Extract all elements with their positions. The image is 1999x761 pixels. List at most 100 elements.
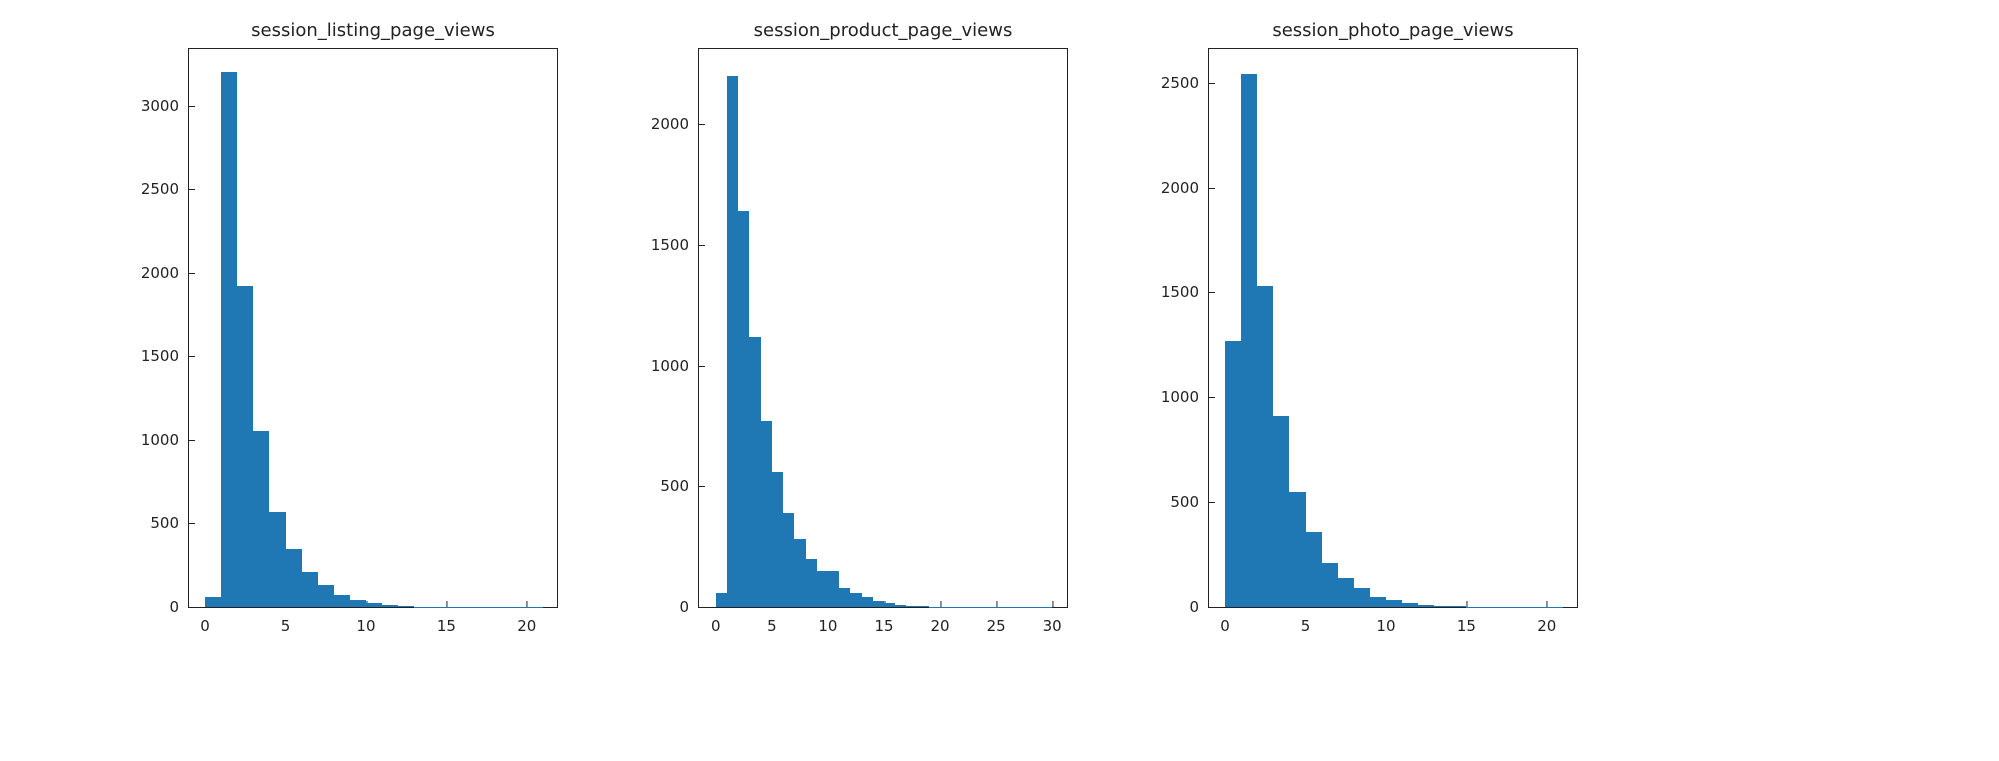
chart-panel-photo: session_photo_page_views 0500100015002000…	[1140, 20, 1618, 608]
y-tick-label: 3000	[141, 97, 179, 115]
x-tick: 25	[987, 607, 1006, 635]
axes: 05001000150020002500300005101520	[188, 48, 558, 608]
y-tick-label: 2500	[141, 180, 179, 198]
histogram-bar	[350, 600, 366, 607]
histogram-bar	[749, 337, 760, 607]
y-tick-label: 1000	[1161, 388, 1199, 406]
histogram-bar	[906, 606, 917, 607]
histogram-bar	[269, 512, 285, 607]
y-tick-label: 1000	[141, 431, 179, 449]
x-tick-label: 15	[437, 617, 456, 635]
y-tick-label: 1000	[651, 357, 689, 375]
histogram-bar	[783, 513, 794, 607]
y-tick: 3000	[141, 97, 189, 115]
histogram-bar	[806, 559, 817, 607]
y-tick-label: 0	[169, 598, 179, 616]
y-tick: 500	[1170, 493, 1209, 511]
x-tick-label: 20	[1537, 617, 1556, 635]
x-tick: 20	[517, 607, 536, 635]
histogram-bar	[1354, 588, 1370, 607]
histogram-bar	[1386, 600, 1402, 607]
chart-title: session_product_page_views	[698, 20, 1068, 42]
y-tick-label: 2000	[651, 115, 689, 133]
y-tick: 1000	[141, 431, 189, 449]
y-tick-label: 500	[660, 477, 689, 495]
histogram-bar	[895, 605, 906, 607]
chart-panel-listing: session_listing_page_views05001000150020…	[120, 20, 598, 608]
y-tick: 2000	[651, 115, 699, 133]
histogram-bar	[850, 593, 861, 607]
y-tick-label: 1500	[141, 347, 179, 365]
histogram-bar	[1434, 606, 1450, 607]
histogram-bar	[1370, 597, 1386, 607]
histogram-bar	[794, 539, 805, 607]
histogram-bar	[1306, 532, 1322, 608]
y-tick-label: 0	[679, 598, 689, 616]
y-tick: 0	[1189, 598, 1209, 616]
histogram-bar	[237, 286, 253, 607]
y-tick-label: 0	[1189, 598, 1199, 616]
histogram-bar	[1338, 578, 1354, 607]
y-tick: 2500	[141, 180, 189, 198]
y-tick-label: 2000	[141, 264, 179, 282]
x-tick: 10	[1376, 607, 1395, 635]
histogram-bar	[738, 211, 749, 607]
histogram-bar	[334, 595, 350, 607]
y-tick-label: 2500	[1161, 74, 1199, 92]
y-tick: 500	[150, 514, 189, 532]
histogram-bar	[1241, 74, 1257, 607]
y-tick-label: 500	[1170, 493, 1199, 511]
x-tick: 20	[1537, 607, 1556, 635]
histogram-bar	[1402, 603, 1418, 607]
histogram-bar	[862, 597, 873, 607]
histogram-bar	[918, 606, 929, 607]
histogram-bar	[286, 549, 302, 608]
x-tick-label: 5	[767, 617, 777, 635]
histogram-bar	[221, 72, 237, 607]
figure: session_listing_page_views05001000150020…	[0, 0, 1999, 761]
x-tick-label: 20	[517, 617, 536, 635]
y-tick: 1500	[1161, 283, 1209, 301]
histogram-bar	[205, 597, 221, 607]
x-tick: 5	[281, 607, 291, 635]
x-tick-label: 0	[711, 617, 721, 635]
x-tick: 0	[200, 607, 210, 635]
histogram-bar	[1322, 563, 1338, 607]
y-tick: 0	[679, 598, 699, 616]
x-tick: 10	[356, 607, 375, 635]
histogram-bar	[1289, 492, 1305, 607]
histogram-bar	[398, 606, 414, 607]
histogram-bar	[1257, 286, 1273, 607]
y-tick-label: 1500	[651, 236, 689, 254]
y-tick: 1500	[141, 347, 189, 365]
x-tick-label: 15	[874, 617, 893, 635]
x-tick: 0	[711, 607, 721, 635]
histogram-bar	[1418, 605, 1434, 607]
histogram-bar	[716, 593, 727, 607]
y-tick: 1000	[651, 357, 699, 375]
histogram-bar	[302, 572, 318, 607]
chart-title: session_photo_page_views	[1208, 20, 1578, 42]
x-tick-label: 10	[818, 617, 837, 635]
histogram-bar	[727, 76, 738, 607]
y-tick-label: 2000	[1161, 179, 1199, 197]
y-tick: 1000	[1161, 388, 1209, 406]
chart-panel-product: session_product_page_views05001000150020…	[630, 20, 1108, 608]
x-tick: 5	[1301, 607, 1311, 635]
x-tick: 5	[767, 607, 777, 635]
histogram-bar	[772, 472, 783, 607]
x-tick-label: 5	[1301, 617, 1311, 635]
x-tick-label: 15	[1457, 617, 1476, 635]
y-tick: 500	[660, 477, 699, 495]
x-tick: 30	[1043, 607, 1062, 635]
y-tick-label: 1500	[1161, 283, 1199, 301]
y-tick: 0	[169, 598, 189, 616]
x-tick: 15	[874, 607, 893, 635]
histogram-bar	[828, 571, 839, 607]
x-tick: 15	[1457, 607, 1476, 635]
histogram-bar	[1450, 606, 1466, 607]
axes: 0500100015002000250005101520	[1208, 48, 1578, 608]
histogram-bar	[1225, 341, 1241, 607]
x-tick-label: 10	[356, 617, 375, 635]
histogram-bar	[1273, 416, 1289, 607]
